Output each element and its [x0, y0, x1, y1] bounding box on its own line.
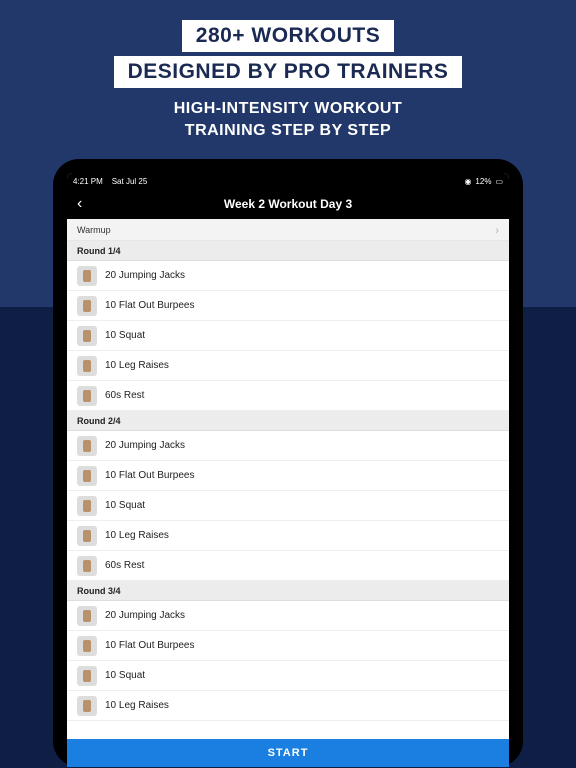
exercise-thumb [77, 466, 97, 486]
list-item[interactable]: 20 Jumping Jacks [67, 601, 509, 631]
tablet-frame: 4:21 PM Sat Jul 25 ◉ 12% ▭ ‹ Week 2 Work… [53, 159, 523, 767]
list-item[interactable]: 10 Leg Raises [67, 351, 509, 381]
exercise-label: 60s Rest [105, 390, 144, 401]
list-item[interactable]: 10 Leg Raises [67, 691, 509, 721]
promo-tagline: HIGH-INTENSITY WORKOUT TRAINING STEP BY … [0, 98, 576, 141]
round-header: Round 1/4 [67, 241, 509, 261]
page-title: Week 2 Workout Day 3 [67, 197, 509, 211]
list-item[interactable]: 10 Squat [67, 321, 509, 351]
exercise-label: 20 Jumping Jacks [105, 610, 185, 621]
exercise-label: 10 Leg Raises [105, 530, 169, 541]
warmup-label: Warmup [77, 225, 111, 235]
promo-content: 280+ WORKOUTS DESIGNED BY PRO TRAINERS H… [0, 0, 576, 767]
exercise-thumb [77, 666, 97, 686]
warmup-row[interactable]: Warmup › [67, 219, 509, 241]
list-item[interactable]: 10 Squat [67, 661, 509, 691]
exercise-thumb [77, 296, 97, 316]
wifi-icon: ◉ [464, 177, 471, 186]
nav-bar: ‹ Week 2 Workout Day 3 [67, 189, 509, 219]
exercise-thumb [77, 436, 97, 456]
promo-badge-2: DESIGNED BY PRO TRAINERS [114, 56, 463, 88]
round-header: Round 2/4 [67, 411, 509, 431]
battery-icon: ▭ [495, 177, 503, 186]
exercise-thumb [77, 356, 97, 376]
exercise-thumb [77, 496, 97, 516]
exercise-label: 20 Jumping Jacks [105, 270, 185, 281]
status-date: Sat Jul 25 [112, 177, 148, 186]
list-item[interactable]: 20 Jumping Jacks [67, 431, 509, 461]
status-left: 4:21 PM Sat Jul 25 [73, 177, 147, 186]
exercise-label: 10 Leg Raises [105, 360, 169, 371]
start-button[interactable]: START [67, 739, 509, 767]
status-right: ◉ 12% ▭ [464, 177, 503, 186]
exercise-label: 10 Squat [105, 330, 145, 341]
exercise-thumb [77, 386, 97, 406]
list-item[interactable]: 10 Leg Raises [67, 521, 509, 551]
exercise-label: 10 Flat Out Burpees [105, 300, 195, 311]
tagline-line-2: TRAINING STEP BY STEP [0, 120, 576, 142]
tagline-line-1: HIGH-INTENSITY WORKOUT [0, 98, 576, 120]
exercise-thumb [77, 636, 97, 656]
exercise-label: 20 Jumping Jacks [105, 440, 185, 451]
exercise-thumb [77, 266, 97, 286]
list-item[interactable]: 10 Flat Out Burpees [67, 291, 509, 321]
list-item[interactable]: 60s Rest [67, 551, 509, 581]
list-item[interactable]: 20 Jumping Jacks [67, 261, 509, 291]
list-item[interactable]: 10 Squat [67, 491, 509, 521]
promo-badge-1: 280+ WORKOUTS [182, 20, 394, 52]
list-item[interactable]: 60s Rest [67, 381, 509, 411]
round-header: Round 3/4 [67, 581, 509, 601]
exercise-thumb [77, 526, 97, 546]
battery-percent: 12% [475, 177, 491, 186]
tablet-screen: 4:21 PM Sat Jul 25 ◉ 12% ▭ ‹ Week 2 Work… [67, 173, 509, 767]
status-bar: 4:21 PM Sat Jul 25 ◉ 12% ▭ [67, 173, 509, 189]
exercise-thumb [77, 696, 97, 716]
chevron-right-icon: › [495, 223, 499, 237]
status-time: 4:21 PM [73, 177, 103, 186]
exercise-label: 10 Flat Out Burpees [105, 470, 195, 481]
exercise-thumb [77, 326, 97, 346]
exercise-label: 60s Rest [105, 560, 144, 571]
exercise-thumb [77, 556, 97, 576]
exercise-label: 10 Squat [105, 670, 145, 681]
list-item[interactable]: 10 Flat Out Burpees [67, 461, 509, 491]
workout-list[interactable]: Warmup › Round 1/4 20 Jumping Jacks 10 F… [67, 219, 509, 739]
exercise-label: 10 Squat [105, 500, 145, 511]
exercise-label: 10 Flat Out Burpees [105, 640, 195, 651]
exercise-thumb [77, 606, 97, 626]
exercise-label: 10 Leg Raises [105, 700, 169, 711]
list-item[interactable]: 10 Flat Out Burpees [67, 631, 509, 661]
